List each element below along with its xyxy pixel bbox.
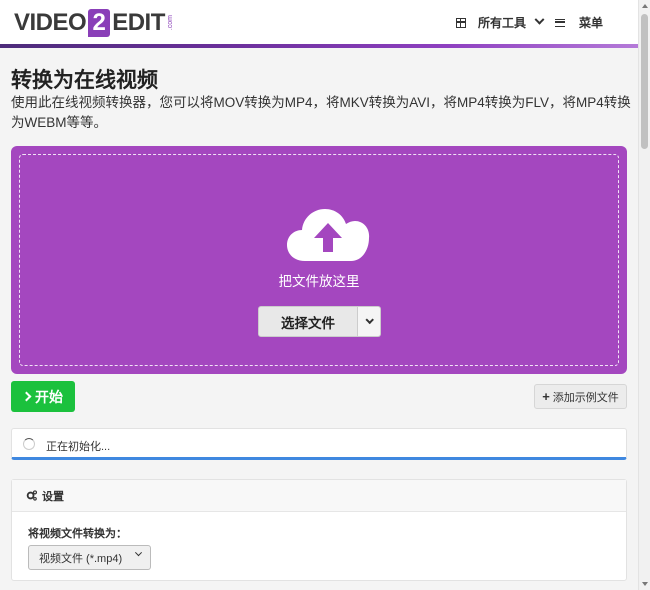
logo-domain: .com (166, 15, 174, 31)
initialization-status: 正在初始化... (11, 428, 627, 460)
format-select[interactable]: 视频文件 (*.mp4) (28, 545, 151, 570)
chevron-right-icon (21, 391, 32, 402)
choose-file-group: 选择文件 (258, 306, 381, 337)
format-select-value: 视频文件 (*.mp4) (39, 552, 123, 565)
chevron-down-icon (134, 549, 143, 557)
settings-title: 设置 (42, 490, 64, 503)
drop-files-text: 把文件放这里 (278, 274, 360, 289)
all-tools-label: 所有工具 (478, 16, 527, 30)
choose-source-dropdown[interactable] (358, 306, 381, 337)
site-header: VIDEO 2 EDIT .com 所有工具 菜单 (0, 0, 638, 46)
plus-icon: + (542, 389, 550, 404)
add-sample-file-button[interactable]: + 添加示例文件 (534, 384, 627, 409)
grid-icon (456, 17, 466, 28)
scroll-down-icon[interactable] (642, 582, 648, 586)
header-accent-bar (0, 44, 638, 48)
logo-number: 2 (88, 9, 111, 37)
sample-label: 添加示例文件 (552, 391, 619, 404)
scroll-up-icon[interactable] (642, 4, 648, 8)
init-status-text: 正在初始化... (46, 441, 111, 453)
chevron-down-icon (534, 14, 545, 25)
menu-label: 菜单 (579, 16, 604, 30)
chevron-down-icon (365, 315, 374, 324)
logo-text-left: VIDEO (14, 9, 87, 36)
page-title: 转换为在线视频 (11, 69, 158, 92)
all-tools-dropdown[interactable]: 所有工具 (456, 14, 545, 31)
settings-header: 设置 (12, 480, 626, 512)
site-logo[interactable]: VIDEO 2 EDIT .com (14, 8, 174, 38)
page-scrollbar[interactable] (638, 0, 650, 590)
file-dropzone[interactable]: 把文件放这里 选择文件 (11, 146, 627, 374)
loading-spinner-icon (23, 438, 35, 450)
scrollbar-thumb[interactable] (641, 14, 648, 149)
convert-to-label: 将视频文件转换为： (28, 528, 127, 540)
page-description: 使用此在线视频转换器，您可以将MOV转换为MP4，将MKV转换为AVI，将MP4… (11, 95, 631, 130)
menu-button[interactable]: 菜单 (555, 14, 603, 31)
start-label: 开始 (35, 388, 63, 405)
logo-text-right: EDIT (112, 9, 165, 36)
settings-panel: 设置 将视频文件转换为： 视频文件 (*.mp4) (11, 479, 627, 581)
gears-icon (26, 490, 37, 501)
choose-file-button[interactable]: 选择文件 (258, 306, 358, 337)
dropzone-border: 把文件放这里 选择文件 (19, 154, 619, 366)
cloud-upload-icon (287, 209, 370, 261)
hamburger-icon (555, 18, 565, 27)
start-button[interactable]: 开始 (11, 381, 75, 412)
